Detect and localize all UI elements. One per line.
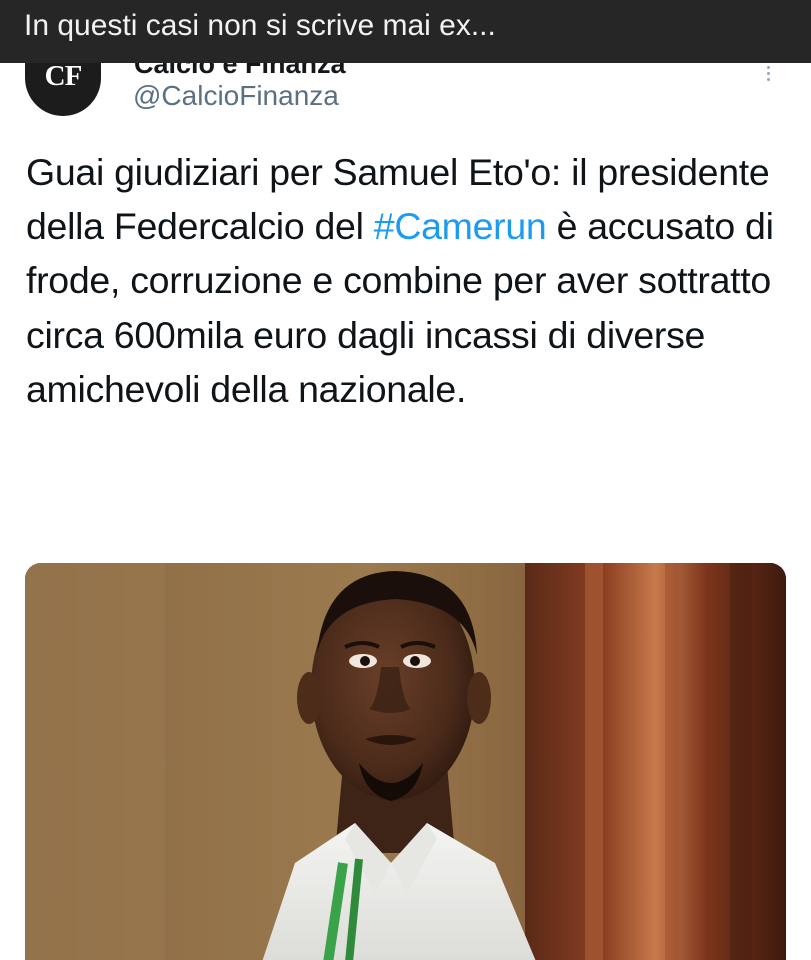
screenshot-page: Calcio e Finanza CF @CalcioFinanza In qu… xyxy=(0,0,811,960)
avatar-logo-text: CF xyxy=(44,60,83,92)
caption-bar: In questi casi non si scrive mai ex... xyxy=(0,0,811,63)
tweet-media-photo[interactable] xyxy=(25,563,786,960)
account-handle[interactable]: @CalcioFinanza xyxy=(133,78,339,114)
more-options-icon[interactable] xyxy=(761,64,775,84)
hashtag-link[interactable]: #Camerun xyxy=(374,205,547,247)
tweet-text: Guai giudiziari per Samuel Eto'o: il pre… xyxy=(26,145,786,416)
caption-text: In questi casi non si scrive mai ex... xyxy=(24,9,496,42)
photo-illustration xyxy=(25,563,786,960)
